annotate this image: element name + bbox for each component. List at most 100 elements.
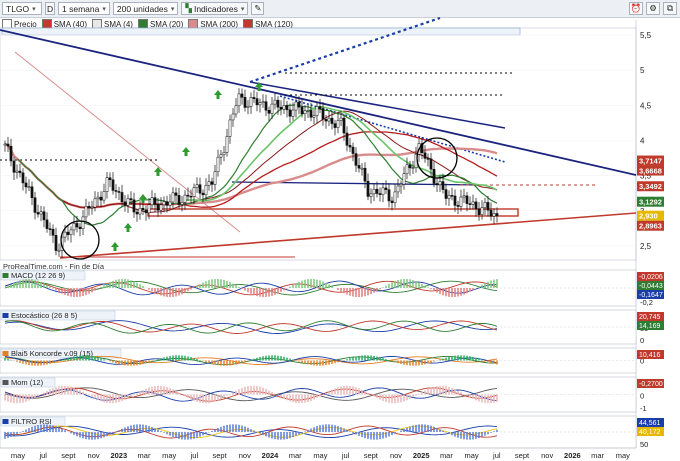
histogram-bar <box>25 279 27 288</box>
histogram-bar <box>490 394 492 404</box>
price-chart[interactable]: 5,5 5 4,5 4 3,5 3 2,5 3,71473,6668 3,3492 3,1292… <box>0 0 680 461</box>
histogram-bar <box>454 432 456 437</box>
candle <box>285 100 289 118</box>
histogram-bar <box>310 278 312 288</box>
histogram-bar <box>142 390 144 395</box>
time-tick-label: may <box>465 451 479 460</box>
histogram-bar <box>298 394 300 404</box>
histogram-bar <box>121 394 123 402</box>
histogram-bar <box>22 279 24 288</box>
candle <box>255 92 259 112</box>
histogram-bar <box>52 288 54 289</box>
panel-tick-label: 50 <box>640 324 648 333</box>
symbol-field[interactable]: TLGO ▾ <box>2 2 42 15</box>
histogram-bar <box>331 424 333 432</box>
histogram-bar <box>439 429 441 432</box>
candle <box>423 145 427 163</box>
period-select[interactable]: 1 semana ▾ <box>58 2 110 15</box>
histogram-bar <box>238 389 240 395</box>
histogram-bar <box>403 360 405 365</box>
histogram-bar <box>106 432 108 437</box>
histogram-bar <box>88 432 90 440</box>
candle <box>96 191 100 207</box>
histogram-bar <box>247 386 249 395</box>
draw-tool-button[interactable]: ✎ <box>251 2 265 15</box>
histogram-bar <box>400 394 402 403</box>
bell-icon: ⏰ <box>630 3 642 13</box>
candle <box>18 163 22 178</box>
sma-200-line <box>4 142 498 209</box>
histogram-bar <box>487 360 489 362</box>
settings-button[interactable]: ⚙ <box>646 2 660 15</box>
indicators-button[interactable]: ▚ Indicadores ▾ <box>181 2 249 15</box>
candle <box>279 100 283 116</box>
up-arrow-icon <box>154 167 162 176</box>
histogram-bar <box>235 424 237 432</box>
detach-button[interactable]: ⧉ <box>663 2 677 15</box>
histogram-bar <box>475 394 477 401</box>
candle <box>417 139 421 162</box>
histogram-bar <box>256 386 258 395</box>
histogram-bar <box>310 394 312 401</box>
histogram-bar <box>451 288 453 298</box>
histogram-bar <box>19 280 21 288</box>
candle <box>39 205 43 222</box>
legend-item-sma120: SMA (120) <box>243 19 293 29</box>
histogram-bar <box>493 279 495 288</box>
histogram-bar <box>52 360 54 363</box>
histogram-bar <box>64 288 66 295</box>
candle <box>405 157 409 180</box>
histogram-bar <box>163 357 165 361</box>
daily-flag-button[interactable]: D <box>45 2 55 15</box>
histogram-bar <box>79 288 81 297</box>
histogram-bar <box>235 390 237 395</box>
alarm-button[interactable]: ⏰ <box>629 2 643 15</box>
histogram-bar <box>136 393 138 395</box>
panel-badge: 14,169 <box>639 323 661 330</box>
histogram-bar <box>481 432 483 437</box>
trendline-red-up <box>59 212 637 259</box>
candles <box>3 88 499 258</box>
histogram-bar <box>346 288 348 295</box>
histogram-bar <box>298 281 300 288</box>
histogram-bar <box>16 394 18 404</box>
histogram-bar <box>421 283 423 288</box>
histogram-bar <box>172 355 174 361</box>
histogram-bar <box>466 432 468 440</box>
histogram-bar <box>475 432 477 439</box>
candle <box>372 183 376 202</box>
histogram-bar <box>466 394 468 396</box>
candle <box>390 196 394 211</box>
histogram-bar <box>487 432 489 435</box>
histogram-bar <box>196 432 198 438</box>
candle <box>411 160 415 174</box>
histogram-bar <box>433 426 435 432</box>
histogram-bar <box>313 360 315 366</box>
histogram-bar <box>157 429 159 432</box>
histogram-bar <box>421 424 423 432</box>
histogram-bar <box>184 432 186 440</box>
histogram-bar <box>130 425 132 432</box>
histogram-bar <box>202 282 204 288</box>
histogram-bar <box>268 288 270 297</box>
price-axis: 5,5 5 4,5 4 3,5 3 2,5 <box>640 31 652 251</box>
units-select[interactable]: 200 unidades ▾ <box>112 2 179 15</box>
histogram-bar <box>487 394 489 404</box>
histogram-bar <box>16 360 18 362</box>
price-tick-label: 3 <box>640 207 645 216</box>
histogram-bar <box>307 360 309 365</box>
period-text: 1 semana <box>62 3 100 14</box>
candle <box>171 187 175 210</box>
histogram-bar <box>352 357 354 361</box>
histogram-bar <box>367 432 369 439</box>
histogram-bar <box>265 432 267 437</box>
histogram-bar <box>304 279 306 288</box>
candle <box>186 187 190 201</box>
histogram-bar <box>361 389 363 395</box>
candle <box>474 198 478 217</box>
candle <box>258 98 262 113</box>
histogram-bar <box>148 288 150 290</box>
panel-tick-label: 100 <box>640 418 653 427</box>
histogram-bar <box>391 394 393 404</box>
candle <box>453 189 457 212</box>
